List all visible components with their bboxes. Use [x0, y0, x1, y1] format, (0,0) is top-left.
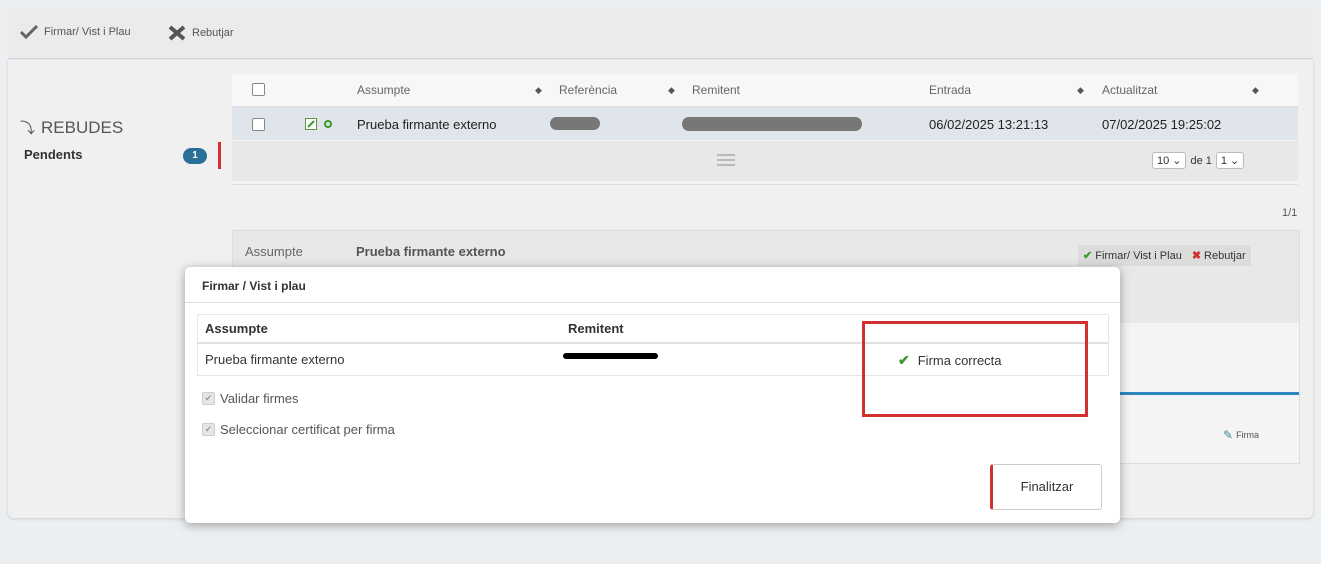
- header-actualitzat[interactable]: Actualitzat: [1102, 83, 1157, 97]
- select-cert-checkbox[interactable]: ✔: [202, 423, 215, 436]
- row-entry-date: 06/02/2025 13:21:13: [929, 117, 1049, 132]
- redacted-sender: [682, 117, 862, 131]
- modal-row-subject: Prueba firmante externo: [205, 352, 345, 367]
- chevron-down-icon: ⌄: [1172, 155, 1182, 167]
- sign-button-label: Firmar/ Vist i Plau: [44, 26, 131, 38]
- record-counter: 1/1: [1282, 207, 1298, 219]
- reject-button[interactable]: Rebutjar: [168, 25, 234, 41]
- select-all-checkbox[interactable]: [252, 83, 265, 96]
- pending-count-badge: 1: [183, 148, 207, 164]
- modal-col-sender: Remitent: [568, 321, 624, 336]
- reject-button-label: Rebutjar: [192, 27, 234, 39]
- per-page-select[interactable]: 10 ⌄: [1152, 152, 1187, 169]
- firma-label: Firma: [1236, 430, 1260, 440]
- row-checkbox[interactable]: [252, 118, 265, 131]
- modal-col-subject: Assumpte: [205, 321, 268, 336]
- x-icon: [168, 25, 186, 41]
- sign-button[interactable]: Firmar/ Vist i Plau: [20, 25, 131, 39]
- header-entrada[interactable]: Entrada: [929, 83, 971, 97]
- firma-button[interactable]: ✎ Firma: [1223, 428, 1259, 442]
- select-cert-label: Seleccionar certificat per firma: [220, 422, 395, 437]
- firma-icon: ✎: [1223, 428, 1234, 442]
- row-subject[interactable]: Prueba firmante externo: [357, 117, 496, 132]
- validate-option[interactable]: ✔ Validar firmes: [202, 391, 299, 406]
- sort-icon[interactable]: ◆: [535, 85, 542, 96]
- table: Assumpte ◆ Referència ◆ Remitent Entrada…: [232, 74, 1298, 185]
- redacted-sender: [563, 353, 658, 359]
- finish-button[interactable]: Finalitzar: [990, 464, 1102, 510]
- detail-sign-button[interactable]: ✔ Firmar/ Vist i Plau: [1083, 249, 1182, 263]
- detail-subject-label: Assumpte: [245, 244, 303, 259]
- page-select[interactable]: 1 ⌄: [1215, 152, 1245, 169]
- header-referencia[interactable]: Referència: [559, 83, 617, 97]
- per-page-value: 10: [1157, 154, 1170, 167]
- pager: 10 ⌄ de 1 1 ⌄: [1152, 152, 1245, 169]
- active-indicator: [218, 142, 221, 169]
- detail-actions: ✔ Firmar/ Vist i Plau ✖ Rebutjar: [1078, 245, 1251, 266]
- modal-divider: [185, 302, 1120, 303]
- page-value: 1: [1220, 154, 1228, 167]
- detail-reject-button[interactable]: ✖ Rebutjar: [1191, 249, 1246, 263]
- detail-sign-label: Firmar/ Vist i Plau: [1095, 249, 1182, 262]
- chevron-icon: ⤵: [20, 120, 36, 137]
- rebudes-label: REBUDES: [41, 117, 124, 137]
- select-cert-option[interactable]: ✔ Seleccionar certificat per firma: [202, 422, 395, 437]
- status-dot-icon: [324, 120, 332, 128]
- sort-icon[interactable]: ◆: [1252, 85, 1259, 96]
- rebudes-section[interactable]: ⤵ REBUDES: [20, 117, 123, 138]
- header-assumpte[interactable]: Assumpte: [357, 83, 410, 97]
- check-icon: ✔: [1083, 250, 1093, 262]
- sidebar-item-pendents[interactable]: Pendents: [24, 147, 83, 162]
- x-icon: ✖: [1191, 250, 1202, 262]
- table-footer: 10 ⌄ de 1 1 ⌄: [232, 141, 1298, 181]
- detail-reject-label: Rebutjar: [1204, 249, 1246, 262]
- table-header: Assumpte ◆ Referència ◆ Remitent Entrada…: [232, 74, 1298, 107]
- redacted-reference: [550, 117, 600, 130]
- validate-checkbox[interactable]: ✔: [202, 392, 215, 405]
- menu-icon[interactable]: [717, 154, 735, 166]
- highlight-box: [862, 321, 1088, 417]
- row-updated-date: 07/02/2025 19:25:02: [1102, 117, 1222, 132]
- detail-subject-value: Prueba firmante externo: [356, 244, 506, 259]
- sort-icon[interactable]: ◆: [1077, 85, 1084, 96]
- modal-title: Firmar / Vist i plau: [202, 279, 306, 293]
- sort-icon[interactable]: ◆: [668, 85, 675, 96]
- table-row[interactable]: Prueba firmante externo 06/02/2025 13:21…: [232, 107, 1298, 140]
- top-toolbar: Firmar/ Vist i Plau Rebutjar: [8, 8, 1313, 59]
- header-remitent[interactable]: Remitent: [692, 83, 740, 97]
- validate-label: Validar firmes: [220, 391, 299, 406]
- chevron-down-icon: ⌄: [1230, 155, 1240, 167]
- edit-icon[interactable]: [305, 118, 317, 130]
- check-icon: [20, 25, 38, 39]
- pager-of-label: de 1: [1190, 154, 1212, 167]
